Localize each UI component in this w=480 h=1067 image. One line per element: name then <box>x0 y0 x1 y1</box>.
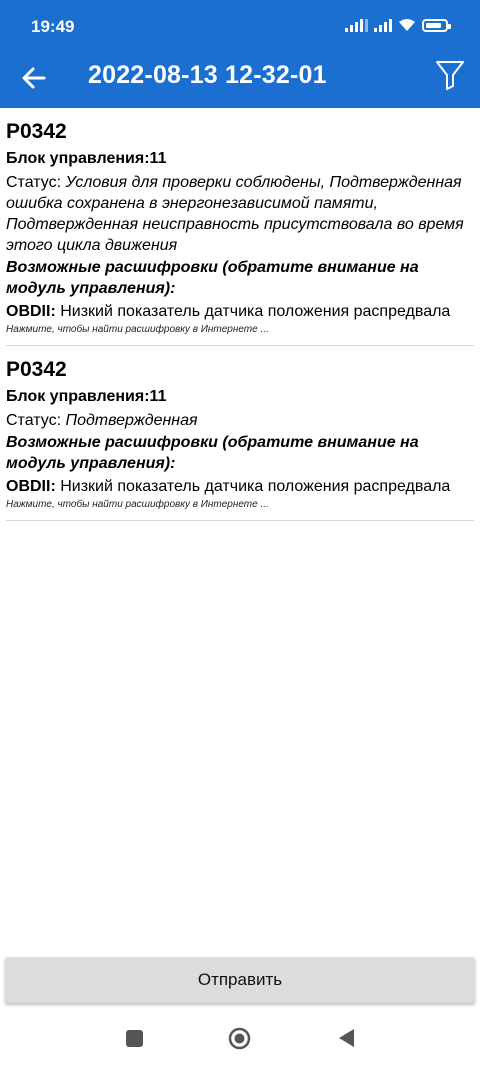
possible-decodings-heading: Возможные расшифровки (обратите внимание… <box>6 259 419 297</box>
obd-text: Низкий показатель датчика положения расп… <box>55 303 451 320</box>
signal-icon <box>345 18 368 32</box>
obd-decoding: OBDII: Низкий показатель датчика положен… <box>6 476 474 497</box>
control-unit: Блок управления:11 <box>6 388 167 405</box>
battery-icon <box>422 19 451 32</box>
error-code: P0342 <box>6 358 67 381</box>
obd-label: OBDII: <box>6 478 56 495</box>
search-online-hint[interactable]: Нажмите, чтобы найти расшифровку в Интер… <box>6 323 474 337</box>
back-arrow-icon[interactable] <box>20 64 48 92</box>
obd-label: OBDII: <box>6 303 56 320</box>
search-online-hint[interactable]: Нажмите, чтобы найти расшифровку в Интер… <box>6 498 474 512</box>
error-entry[interactable]: P0342 Блок управления:11 Статус: Условия… <box>6 108 474 346</box>
error-code: P0342 <box>6 120 67 143</box>
wifi-icon <box>399 19 415 31</box>
obd-decoding: OBDII: Низкий показатель датчика положен… <box>6 301 474 322</box>
send-button[interactable]: Отправить <box>5 957 475 1003</box>
status-value: Условия для проверки соблюдены, Подтверж… <box>6 174 464 254</box>
error-entry[interactable]: P0342 Блок управления:11 Статус: Подтвер… <box>6 346 474 521</box>
recent-apps-icon[interactable] <box>126 1030 143 1047</box>
status-time: 19:49 <box>31 17 75 36</box>
status-value: Подтвержденная <box>65 412 198 429</box>
error-status: Статус: Подтвержденная <box>6 410 474 431</box>
status-bar: 19:49 <box>0 0 480 52</box>
nav-back-icon[interactable] <box>336 1027 356 1049</box>
home-icon[interactable] <box>228 1027 251 1050</box>
status-label: Статус: <box>6 174 66 191</box>
filter-icon[interactable] <box>434 58 466 92</box>
possible-decodings-heading: Возможные расшифровки (обратите внимание… <box>6 434 419 472</box>
error-list: P0342 Блок управления:11 Статус: Условия… <box>0 108 480 521</box>
page-title: 2022-08-13 12-32-01 <box>88 61 327 89</box>
error-status: Статус: Условия для проверки соблюдены, … <box>6 172 474 256</box>
status-label: Статус: <box>6 412 66 429</box>
status-icons <box>345 18 451 32</box>
app-bar: 2022-08-13 12-32-01 <box>0 52 480 108</box>
obd-text: Низкий показатель датчика положения расп… <box>55 478 451 495</box>
control-unit: Блок управления:11 <box>6 150 167 167</box>
signal-2-icon <box>374 18 392 32</box>
system-nav-bar <box>0 1012 480 1067</box>
